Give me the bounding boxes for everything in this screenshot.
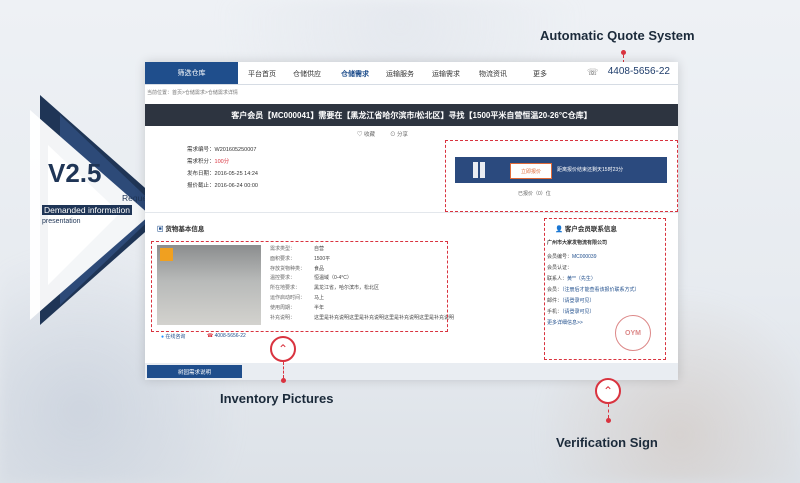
goods-tel: ☎ 4008-5656-22 xyxy=(207,333,246,339)
nav-transport-demand[interactable]: 运输需求 xyxy=(432,69,460,79)
annotation-quote: Automatic Quote System xyxy=(540,28,695,43)
top-nav: 筛选仓库 平台首页 仓储供应 仓储需求 运输服务 运输需求 物流资讯 更多 ☏ … xyxy=(145,62,678,85)
share-button[interactable]: ⊙ 分享 xyxy=(390,130,408,138)
contact-highlight xyxy=(544,218,666,360)
nav-phone: 4408-5656-22 xyxy=(607,66,670,77)
annotation-verification: Verification Sign xyxy=(556,435,658,450)
nav-news[interactable]: 物流资讯 xyxy=(479,69,507,79)
demand-info: 需求编号：W201605250007 需求积分：100分 发布日期：2016-0… xyxy=(187,147,258,189)
nav-transport[interactable]: 运输服务 xyxy=(386,69,414,79)
favorite-button[interactable]: ♡ 收藏 xyxy=(357,130,375,138)
divider xyxy=(145,212,678,213)
annotation-line xyxy=(283,362,285,378)
chevron-up-icon: ⌃ xyxy=(595,378,621,404)
nav-demand[interactable]: 仓储需求 xyxy=(341,69,369,79)
presentation-text: presentation xyxy=(42,218,81,225)
annotation-inventory: Inventory Pictures xyxy=(220,391,334,406)
page-title: 客户会员【MC000041】需要在【黑龙江省哈尔滨市/松北区】寻找【1500平米… xyxy=(145,104,678,126)
version-label: V2.5 xyxy=(48,158,102,188)
annotation-line xyxy=(608,404,610,418)
heart-icon: ♡ xyxy=(357,132,363,138)
breadcrumb: 当前位置：首页>仓储需求>仓储需求详情 xyxy=(147,90,238,96)
annotation-dot xyxy=(281,378,286,383)
goods-title: ▣ 货物基本信息 xyxy=(157,226,205,233)
nav-supply[interactable]: 仓储供应 xyxy=(293,69,321,79)
share-icon: ⊙ xyxy=(390,132,396,138)
box-icon: ▣ xyxy=(157,226,164,233)
inventory-highlight xyxy=(151,241,448,332)
quote-highlight xyxy=(445,140,678,212)
online-consult[interactable]: ● 在线咨询 xyxy=(161,333,185,340)
chat-icon: ● xyxy=(161,334,165,340)
phone-icon: ☎ xyxy=(207,333,214,339)
demanded-text: Demanded information xyxy=(42,205,132,215)
tab-description[interactable]: 树园需求说明 xyxy=(147,365,242,378)
annotation-dot xyxy=(606,418,611,423)
nav-home[interactable]: 平台首页 xyxy=(248,69,276,79)
nav-filter-warehouse[interactable]: 筛选仓库 xyxy=(145,62,238,84)
chevron-up-icon: ⌃ xyxy=(270,336,296,362)
description-bar: 树园需求说明 xyxy=(145,363,678,380)
nav-more[interactable]: 更多 xyxy=(533,69,547,79)
phone-icon: ☏ xyxy=(587,67,599,77)
